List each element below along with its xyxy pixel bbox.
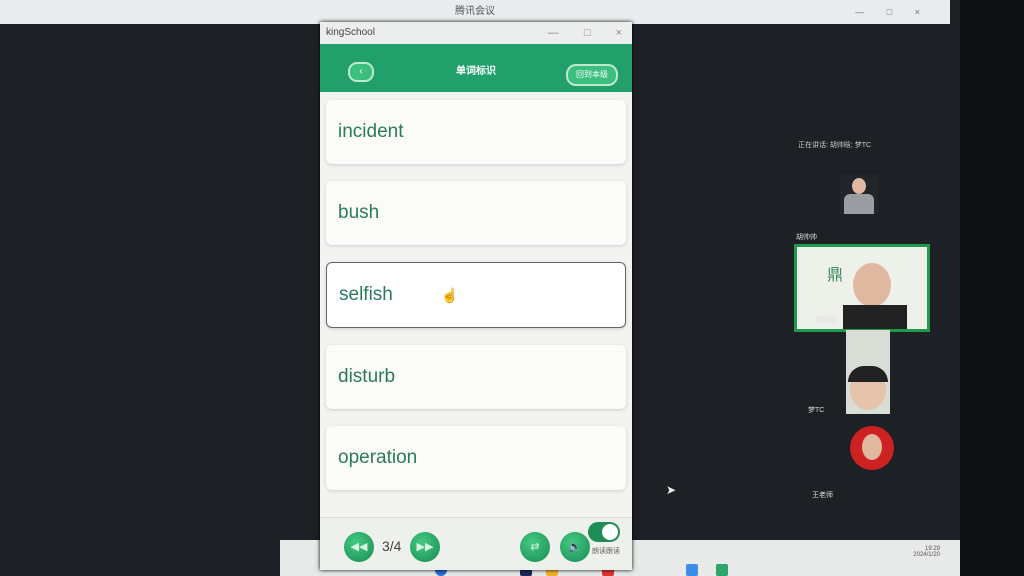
audio-button[interactable]: 🔈: [560, 532, 590, 562]
app-title: kingSchool: [326, 27, 375, 38]
read-along-toggle[interactable]: [588, 522, 620, 542]
participant-name: 胡帅晗: [816, 317, 837, 324]
participant-name: 王老师: [812, 492, 833, 499]
word-text: operation: [338, 447, 418, 468]
maximize-button[interactable]: □: [584, 27, 591, 39]
app-icon[interactable]: [716, 564, 728, 576]
word-text: bush: [338, 202, 380, 223]
word-card-selected[interactable]: selfish ☝: [326, 262, 626, 328]
word-card[interactable]: bush: [326, 181, 626, 245]
word-text: selfish: [339, 284, 393, 305]
app-footer: ◀◀ 3/4 ▶▶ ⇄ 🔈 朗读跟读: [320, 517, 632, 570]
participant-video-active[interactable]: 鼎: [794, 244, 930, 332]
app-header: ‹ 单词标识 回到本级: [320, 44, 632, 92]
rewind-icon: ◀◀: [350, 541, 368, 553]
meeting-icon[interactable]: [686, 564, 698, 576]
fast-forward-icon: ▶▶: [416, 541, 434, 553]
participant-video[interactable]: [840, 174, 878, 214]
participant-video[interactable]: [846, 330, 890, 414]
minimize-button[interactable]: —: [548, 27, 559, 39]
shuffle-icon: ⇄: [530, 541, 540, 553]
word-text: disturb: [338, 366, 396, 387]
toggle-label: 朗读跟读: [592, 548, 620, 555]
system-tray[interactable]: 19:29 2024/1/20: [913, 546, 940, 558]
participant-name: 胡帅帅: [796, 234, 817, 241]
clock-date: 2024/1/20: [913, 552, 940, 558]
participant-avatar[interactable]: [850, 426, 894, 470]
meeting-title: 腾讯会议: [455, 6, 495, 17]
screen: 腾讯会议 — □ × kingSchool — □ × ‹ 单词标识 回到本级 …: [0, 0, 960, 576]
meeting-titlebar: 腾讯会议 — □ ×: [0, 0, 950, 24]
header-action-button[interactable]: 回到本级: [566, 64, 618, 86]
word-list: incident bush selfish ☝ disturb operation: [320, 92, 632, 515]
mouse-cursor-icon: ☝: [441, 287, 459, 303]
next-page-button[interactable]: ▶▶: [410, 532, 440, 562]
close-button[interactable]: ×: [616, 27, 622, 39]
word-text: incident: [338, 121, 404, 142]
kingschool-window: kingSchool — □ × ‹ 单词标识 回到本级 incident bu…: [320, 22, 632, 570]
word-card[interactable]: incident: [326, 100, 626, 164]
page-indicator: 3/4: [382, 538, 402, 554]
shuffle-button[interactable]: ⇄: [520, 532, 550, 562]
app-titlebar: kingSchool — □ ×: [320, 22, 632, 44]
word-card[interactable]: disturb: [326, 345, 626, 409]
speaker-icon: 🔈: [568, 541, 582, 553]
participant-name: 梦TC: [808, 407, 825, 414]
mouse-cursor-icon: ➤: [666, 483, 677, 497]
previous-page-button[interactable]: ◀◀: [344, 532, 374, 562]
word-card[interactable]: operation: [326, 426, 626, 490]
speaking-indicator: 正在讲话: 胡帅晗; 梦TC: [798, 142, 872, 149]
participant-panel: 正在讲话: 胡帅晗; 梦TC 胡帅帅 鼎 胡帅晗 梦TC 王老师: [790, 140, 940, 499]
meeting-window-controls[interactable]: — □ ×: [855, 0, 930, 24]
